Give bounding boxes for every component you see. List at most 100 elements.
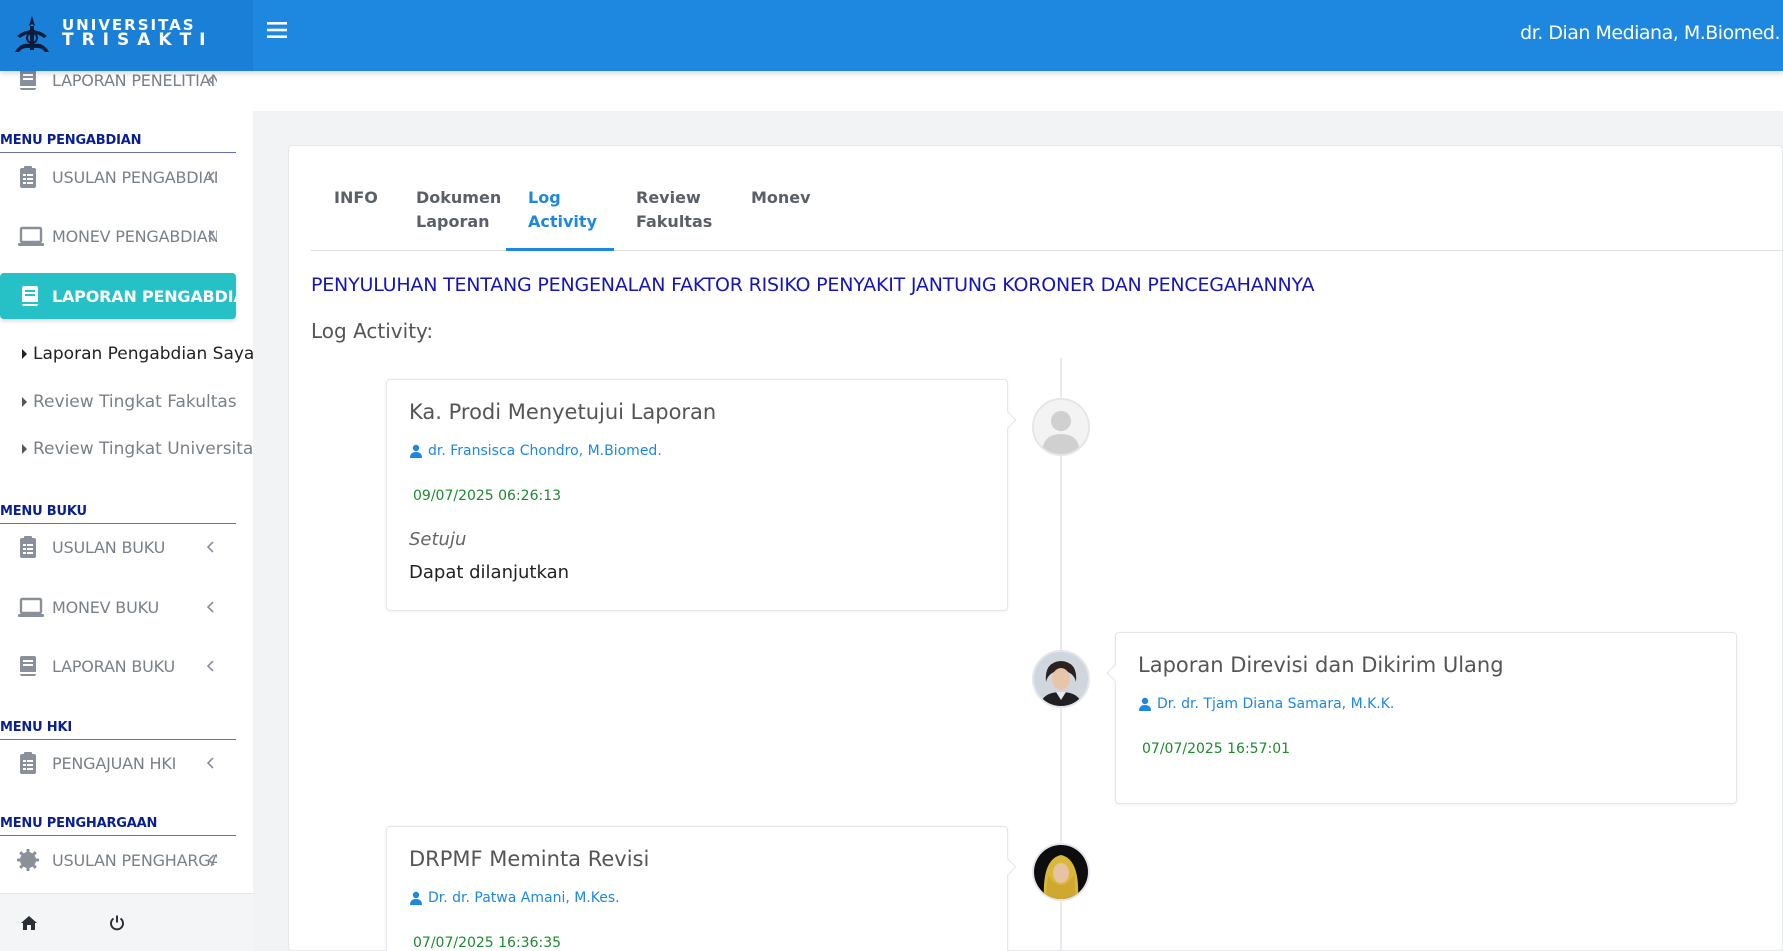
- sidebar-footer: [0, 893, 253, 951]
- card-pointer: [999, 858, 1017, 876]
- avatar: [1032, 650, 1090, 708]
- default-user-avatar-icon: [1034, 400, 1088, 454]
- gear-icon: [17, 849, 39, 871]
- active-tab-indicator: [506, 248, 614, 251]
- tab-label-line2: Activity: [528, 212, 597, 231]
- chevron-left-icon: [207, 230, 215, 242]
- clipboard-icon: [20, 752, 36, 774]
- sidebar-item-label: LAPORAN PENGABDIAN: [52, 286, 236, 306]
- sidebar-item-pengajuan-hki[interactable]: PENGAJUAN HKI: [0, 740, 253, 786]
- submenu-label: Laporan Pengabdian Saya: [33, 344, 253, 364]
- chevron-left-icon: [206, 757, 214, 769]
- clipboard-icon: [20, 166, 36, 188]
- tab-dokumen-laporan[interactable]: Dokumen Laporan: [416, 186, 501, 234]
- entry-title: Laporan Direvisi dan Dikirim Ulang: [1138, 653, 1504, 677]
- entry-title: DRPMF Meminta Revisi: [409, 847, 650, 871]
- hamburger-menu-icon[interactable]: [265, 18, 289, 42]
- tab-info[interactable]: INFO: [334, 186, 378, 210]
- user-photo-avatar-icon: [1034, 652, 1088, 706]
- brand-name: UNIVERSITAS TRISAKTI: [62, 18, 214, 50]
- laptop-icon: [18, 226, 44, 246]
- trisakti-logo-icon: [15, 16, 49, 52]
- book-icon: [20, 656, 36, 676]
- home-icon[interactable]: [20, 914, 38, 932]
- avatar: [1032, 398, 1090, 456]
- sidebar-item-monev-pengabdian[interactable]: MONEV PENGABDIAN: [0, 213, 253, 259]
- tab-bar: INFO Dokumen Laporan Log Activity Review…: [311, 186, 1783, 251]
- top-navbar: UNIVERSITAS TRISAKTI dr. Dian Mediana, M…: [0, 0, 1783, 71]
- brand-line-2: TRISAKTI: [62, 30, 214, 50]
- book-icon: [22, 286, 38, 306]
- sidebar-item-label: PENGAJUAN HKI: [52, 753, 177, 773]
- entry-user: Dr. dr. Tjam Diana Samara, M.K.K.: [1138, 696, 1394, 712]
- sidebar-item-usulan-penghargaan[interactable]: USULAN PENGHARGAAN: [0, 837, 253, 883]
- timeline-entry: Laporan Direvisi dan Dikirim Ulang Dr. d…: [1106, 632, 1737, 804]
- chevron-left-icon: [206, 541, 214, 553]
- sidebar-item-laporan-penelitian[interactable]: LAPORAN PENELITIAN: [0, 71, 253, 103]
- sidebar-item-label: MONEV PENGABDIAN: [52, 226, 217, 246]
- sidebar-item-laporan-pengabdian[interactable]: LAPORAN PENGABDIAN: [0, 273, 236, 319]
- caret-right-icon: [22, 397, 27, 407]
- entry-title: Ka. Prodi Menyetujui Laporan: [409, 400, 717, 424]
- sidebar-item-usulan-buku[interactable]: USULAN BUKU: [0, 524, 253, 570]
- chevron-left-icon: [207, 171, 215, 183]
- tab-label-line2: Laporan: [416, 212, 490, 231]
- chevron-left-icon: [207, 74, 215, 86]
- user-icon: [410, 891, 422, 905]
- user-photo-avatar-icon: [1034, 845, 1088, 899]
- entry-user-name: dr. Fransisca Chondro, M.Biomed.: [428, 443, 662, 459]
- power-icon[interactable]: [108, 914, 126, 932]
- card-pointer: [1106, 664, 1124, 682]
- entry-user-name: Dr. dr. Tjam Diana Samara, M.K.K.: [1157, 696, 1395, 712]
- sidebar-item-label: USULAN PENGABDIAN: [52, 167, 217, 187]
- sidebar-item-monev-buku[interactable]: MONEV BUKU: [0, 584, 253, 630]
- entry-datetime: 07/07/2025 16:36:35: [413, 935, 562, 951]
- entry-note: Dapat dilanjutkan: [409, 562, 570, 583]
- sidebar-item-usulan-pengabdian[interactable]: USULAN PENGABDIAN: [0, 154, 253, 200]
- project-title: PENYULUHAN TENTANG PENGENALAN FAKTOR RIS…: [311, 274, 1315, 296]
- report-detail-card: INFO Dokumen Laporan Log Activity Review…: [288, 145, 1783, 951]
- timeline-entry: Ka. Prodi Menyetujui Laporan dr. Fransis…: [386, 379, 1017, 611]
- user-name-menu[interactable]: dr. Dian Mediana, M.Biomed.: [1520, 22, 1780, 44]
- entry-datetime: 09/07/2025 06:26:13: [413, 488, 562, 504]
- sidebar-item-laporan-buku[interactable]: LAPORAN BUKU: [0, 643, 253, 689]
- sidebar-item-label: USULAN PENGHARGAAN: [52, 850, 217, 870]
- section-header-hki: MENU HKI: [0, 720, 236, 740]
- chevron-left-icon: [206, 660, 214, 672]
- tab-label: Review: [636, 188, 701, 207]
- tab-monev[interactable]: Monev: [751, 186, 811, 210]
- user-icon: [1139, 697, 1151, 711]
- sidebar-item-label: MONEV BUKU: [52, 597, 159, 617]
- submenu-laporan-pengabdian-saya[interactable]: Laporan Pengabdian Saya: [22, 344, 253, 364]
- book-icon: [20, 71, 36, 90]
- tab-log-activity[interactable]: Log Activity: [528, 186, 597, 234]
- timeline-entry: DRPMF Meminta Revisi Dr. dr. Patwa Amani…: [386, 826, 1017, 951]
- entry-status: Setuju: [409, 529, 467, 550]
- tab-label: Dokumen: [416, 188, 502, 207]
- avatar: [1032, 843, 1090, 901]
- entry-user: dr. Fransisca Chondro, M.Biomed.: [409, 443, 662, 459]
- sidebar-item-label: LAPORAN BUKU: [52, 656, 175, 676]
- user-icon: [410, 444, 422, 458]
- submenu-review-tingkat-fakultas[interactable]: Review Tingkat Fakultas: [22, 392, 237, 412]
- tab-review-fakultas[interactable]: Review Fakultas: [636, 186, 712, 234]
- entry-user: Dr. dr. Patwa Amani, M.Kes.: [409, 890, 620, 906]
- sidebar-item-label: LAPORAN PENELITIAN: [52, 71, 217, 90]
- entry-datetime: 07/07/2025 16:57:01: [1142, 741, 1291, 757]
- brand-logo-area[interactable]: UNIVERSITAS TRISAKTI: [0, 0, 253, 71]
- log-activity-label: Log Activity:: [311, 319, 434, 343]
- caret-right-icon: [22, 349, 27, 359]
- entry-user-name: Dr. dr. Patwa Amani, M.Kes.: [428, 890, 620, 906]
- submenu-review-tingkat-universitas[interactable]: Review Tingkat Universitas: [22, 439, 253, 459]
- clipboard-icon: [20, 536, 36, 558]
- sidebar-item-label: USULAN BUKU: [52, 537, 166, 557]
- chevron-left-icon: [207, 854, 215, 866]
- tab-label-line2: Fakultas: [636, 212, 713, 231]
- caret-right-icon: [22, 444, 27, 454]
- breadcrumb-strip: [253, 71, 1783, 111]
- card-pointer: [999, 411, 1017, 429]
- chevron-left-icon: [206, 601, 214, 613]
- tab-label: INFO: [334, 188, 378, 207]
- laptop-icon: [18, 597, 44, 617]
- submenu-label: Review Tingkat Fakultas: [33, 392, 237, 412]
